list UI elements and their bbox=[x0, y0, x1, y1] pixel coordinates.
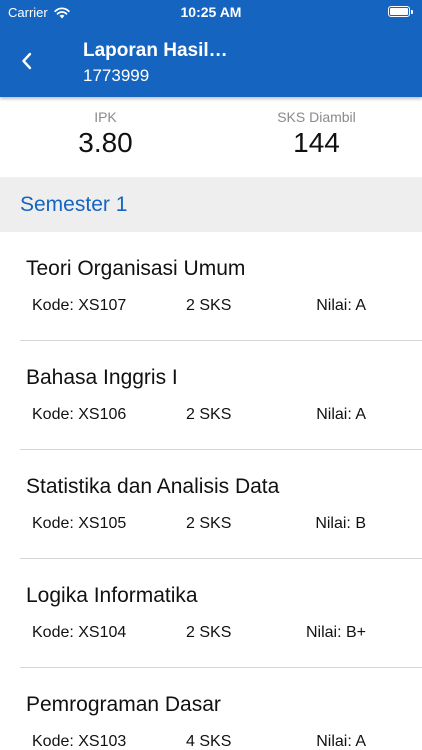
course-sks: 2 SKS bbox=[186, 406, 232, 423]
status-time: 10:25 AM bbox=[180, 4, 242, 20]
section-header-semester: Semester 1 bbox=[0, 177, 422, 232]
app-header: Carrier 10:25 AM Laporan Hasil… 1773999 bbox=[0, 0, 422, 97]
course-grade: Nilai: B bbox=[315, 515, 366, 532]
course-name: Logika Informatika bbox=[26, 584, 198, 607]
course-grade: Nilai: B+ bbox=[305, 624, 366, 641]
course-sks: 2 SKS bbox=[186, 515, 232, 532]
back-button[interactable] bbox=[12, 46, 42, 76]
course-name: Teori Organisasi Umum bbox=[26, 257, 246, 280]
course-sks: 2 SKS bbox=[186, 297, 232, 314]
ipk-stat: IPK 3.80 bbox=[0, 109, 211, 159]
course-code: Kode: XS106 bbox=[32, 406, 127, 423]
page-subtitle: 1773999 bbox=[83, 66, 150, 85]
course-name: Bahasa Inggris I bbox=[26, 366, 178, 389]
status-bar: Carrier 10:25 AM bbox=[0, 0, 422, 26]
list-item[interactable]: Teori Organisasi Umum Kode: XS107 2 SKS … bbox=[20, 232, 422, 341]
course-sks: 2 SKS bbox=[186, 624, 232, 641]
course-list: Teori Organisasi Umum Kode: XS107 2 SKS … bbox=[0, 232, 422, 750]
course-code: Kode: XS104 bbox=[32, 624, 127, 641]
sks-label: SKS Diambil bbox=[277, 109, 356, 125]
list-item[interactable]: Pemrograman Dasar Kode: XS103 4 SKS Nila… bbox=[20, 668, 422, 750]
course-name: Pemrograman Dasar bbox=[26, 693, 221, 716]
course-sks: 4 SKS bbox=[186, 733, 232, 750]
page-title: Laporan Hasil… bbox=[83, 40, 228, 61]
sks-stat: SKS Diambil 144 bbox=[211, 109, 422, 159]
course-code: Kode: XS105 bbox=[32, 515, 127, 532]
course-code: Kode: XS103 bbox=[32, 733, 127, 750]
battery-icon bbox=[388, 6, 413, 17]
list-item[interactable]: Logika Informatika Kode: XS104 2 SKS Nil… bbox=[20, 559, 422, 668]
course-code: Kode: XS107 bbox=[32, 297, 127, 314]
ipk-label: IPK bbox=[94, 109, 117, 125]
chevron-left-icon bbox=[22, 52, 32, 70]
course-grade: Nilai: A bbox=[316, 733, 366, 750]
list-item[interactable]: Statistika dan Analisis Data Kode: XS105… bbox=[20, 450, 422, 559]
list-item[interactable]: Bahasa Inggris I Kode: XS106 2 SKS Nilai… bbox=[20, 341, 422, 450]
sks-value: 144 bbox=[293, 127, 340, 158]
summary-panel: IPK 3.80 SKS Diambil 144 bbox=[0, 97, 422, 177]
ipk-value: 3.80 bbox=[78, 127, 133, 158]
course-grade: Nilai: A bbox=[316, 406, 366, 423]
course-name: Statistika dan Analisis Data bbox=[26, 475, 280, 498]
course-grade: Nilai: A bbox=[316, 297, 366, 314]
